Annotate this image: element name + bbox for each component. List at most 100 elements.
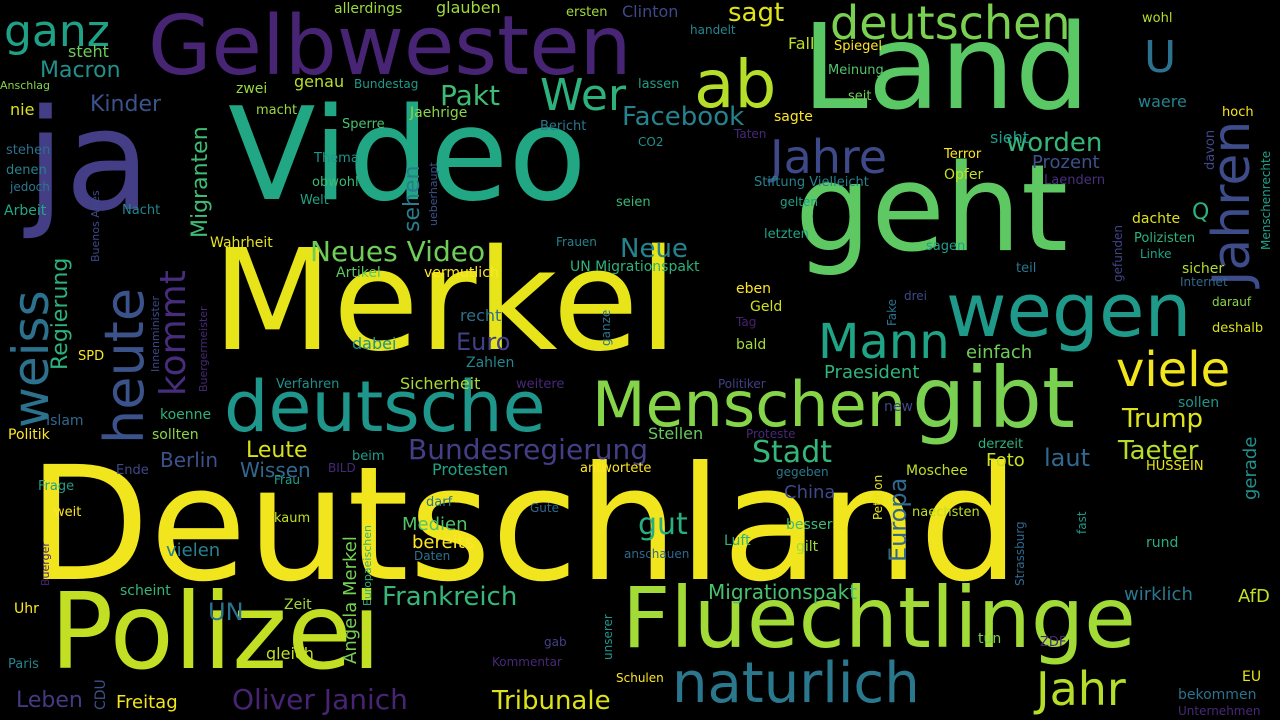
word: Facebook (622, 102, 745, 132)
word: rund (1146, 535, 1179, 551)
word: gelten (780, 195, 819, 209)
word: Frauen (556, 235, 597, 249)
word: weit (54, 505, 82, 520)
word: glauben (436, 0, 501, 17)
word: Angela Merkel (340, 536, 361, 664)
word: China (784, 482, 836, 503)
word: gilt (796, 539, 819, 555)
word: obwohl (312, 175, 359, 190)
word: Wahrheit (210, 235, 273, 251)
word: Migrationspakt (708, 580, 858, 604)
word: Verfahren (276, 377, 340, 392)
word: Neues Video (310, 235, 486, 268)
word: Ende (116, 463, 149, 478)
word: Zahlen (466, 355, 515, 371)
word: Praesident (824, 362, 920, 383)
word: SPD (78, 349, 105, 364)
word: stehen (6, 143, 51, 158)
word: Taten (734, 127, 767, 141)
word: Euro (456, 328, 511, 356)
word: Luft (724, 533, 751, 549)
word: new (884, 399, 913, 415)
word: Meinung (828, 63, 884, 78)
word: Leben (16, 688, 83, 713)
word: Geld (750, 299, 783, 315)
word: Bericht (540, 119, 587, 134)
word: derzeit (978, 437, 1024, 452)
word: besser (786, 517, 833, 533)
word: naechsten (912, 505, 980, 520)
word: U (1144, 32, 1177, 83)
word: sollen (1178, 395, 1220, 411)
word: denen (6, 163, 47, 178)
word: gut (638, 507, 688, 542)
word: Regierung (48, 257, 73, 370)
word: Mann (818, 314, 950, 370)
word: Polizisten (1134, 231, 1196, 246)
word: deutsche (224, 366, 546, 448)
word: beim (352, 449, 385, 464)
word: seien (616, 195, 651, 210)
word: unserer (601, 614, 615, 660)
word: bald (736, 337, 767, 353)
word: Proteste (746, 427, 796, 441)
word: vielen (166, 540, 221, 561)
word: dabei (352, 334, 397, 353)
word: ganze (599, 309, 613, 346)
word: Gute (530, 501, 559, 515)
word: genau (294, 72, 345, 91)
word: Strassburg (1013, 521, 1027, 586)
word: Paris (8, 657, 39, 672)
word: Sicherheit (400, 374, 481, 393)
word: ueberhaupt (427, 162, 440, 226)
word: vermutlich (424, 265, 499, 281)
word: antwortete (580, 461, 652, 476)
word: Migranten (188, 126, 213, 238)
word: Islam (46, 413, 84, 429)
word: gegeben (776, 465, 829, 479)
word: sollten (152, 427, 199, 443)
word: koenne (160, 407, 212, 423)
word: Innenminister (149, 295, 162, 372)
word: davon (1203, 129, 1218, 170)
word: waere (1138, 92, 1187, 111)
word: wegen (946, 268, 1192, 354)
word: Kommentar (492, 655, 562, 669)
word: Freitag (116, 692, 178, 713)
word: gab (544, 635, 567, 649)
word: Frankreich (382, 582, 518, 612)
word: scheint (120, 583, 171, 599)
word: darf (426, 495, 453, 510)
word: Bundestag (354, 77, 419, 91)
word: sicher (1182, 261, 1225, 277)
word: Unternehmen (1178, 704, 1261, 718)
word: Arbeit (4, 203, 47, 219)
word: Anschlag (0, 79, 51, 92)
word: Europa (884, 477, 912, 562)
word: jedoch (10, 180, 50, 194)
word: anschauen (624, 547, 690, 561)
word: Petition (871, 474, 885, 520)
word: Politiker (718, 377, 766, 391)
word: HUSSEIN (1146, 459, 1204, 474)
word: Jahr (1036, 662, 1126, 716)
word: Q (1192, 200, 1210, 225)
word: Prozent (1032, 152, 1100, 173)
word: Nacht (122, 203, 161, 218)
word: UN (208, 598, 244, 626)
word: recht (460, 306, 502, 325)
word: wirklich (1124, 584, 1193, 605)
word: Fake (885, 298, 899, 326)
word: Fall (788, 34, 815, 53)
word: einfach (966, 342, 1033, 363)
word: Uhr (14, 601, 39, 617)
word: ZDF (1040, 635, 1067, 650)
word: dachte (1132, 211, 1181, 227)
word: Wer (540, 70, 627, 121)
word: Macron (40, 58, 121, 83)
word: macht (256, 103, 298, 118)
word: Tag (736, 315, 757, 329)
word: fast (1075, 511, 1089, 534)
word: viele (1116, 342, 1231, 398)
word: sehen (400, 165, 425, 232)
